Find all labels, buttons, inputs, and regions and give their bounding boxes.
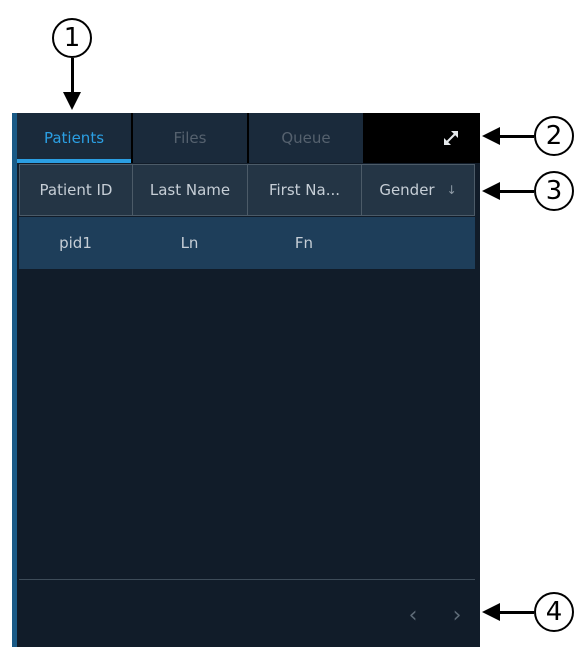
column-header-patient-id[interactable]: Patient ID: [20, 165, 133, 215]
column-header-first-name[interactable]: First Na...: [248, 165, 362, 215]
cell-gender: [361, 217, 473, 269]
table-header: Patient ID Last Name First Na... Gender …: [19, 164, 475, 216]
column-header-label: Last Name: [149, 181, 231, 199]
callout-4-arrowhead: [482, 603, 500, 621]
column-header-last-name[interactable]: Last Name: [133, 165, 248, 215]
callout-2: 2: [534, 116, 574, 156]
panel-left-accent: [12, 113, 17, 647]
footer-divider: [19, 579, 475, 580]
tab-patients[interactable]: Patients: [17, 113, 131, 163]
callout-4-arrow: [500, 611, 534, 614]
cell-patient-id: pid1: [59, 234, 92, 252]
tab-queue[interactable]: Queue: [249, 113, 363, 163]
chevron-right-icon[interactable]: ›: [447, 601, 467, 629]
tab-bar: Patients Files Queue: [17, 113, 480, 163]
sort-down-icon[interactable]: ↓: [447, 183, 457, 197]
column-header-label: Patient ID: [39, 181, 113, 199]
callout-1-arrow: [71, 58, 74, 96]
callout-1-arrowhead: [63, 92, 81, 110]
column-header-label: First Na...: [268, 181, 341, 199]
cell-first-name: Fn: [294, 234, 314, 252]
column-header-label: Gender: [379, 181, 435, 199]
tab-files[interactable]: Files: [133, 113, 247, 163]
chevron-left-icon[interactable]: ‹: [403, 601, 423, 629]
tab-queue-label: Queue: [281, 129, 331, 147]
callout-4: 4: [534, 592, 574, 632]
callout-2-arrowhead: [482, 127, 500, 145]
callout-3: 3: [534, 171, 574, 211]
tab-patients-label: Patients: [43, 129, 105, 147]
tab-active-indicator: [17, 159, 131, 163]
cell-last-name: Ln: [180, 234, 199, 252]
callout-3-arrow: [500, 190, 534, 193]
tab-files-label: Files: [173, 129, 207, 147]
callout-3-arrowhead: [482, 182, 500, 200]
column-header-gender[interactable]: Gender ↓: [362, 165, 474, 215]
callout-2-arrow: [500, 135, 534, 138]
callout-1: 1: [52, 18, 92, 58]
expand-icon[interactable]: [437, 124, 465, 152]
patient-list-panel: Patients Files Queue Patient ID Last Nam…: [12, 113, 480, 647]
table-row[interactable]: pid1 Ln Fn: [19, 217, 475, 269]
